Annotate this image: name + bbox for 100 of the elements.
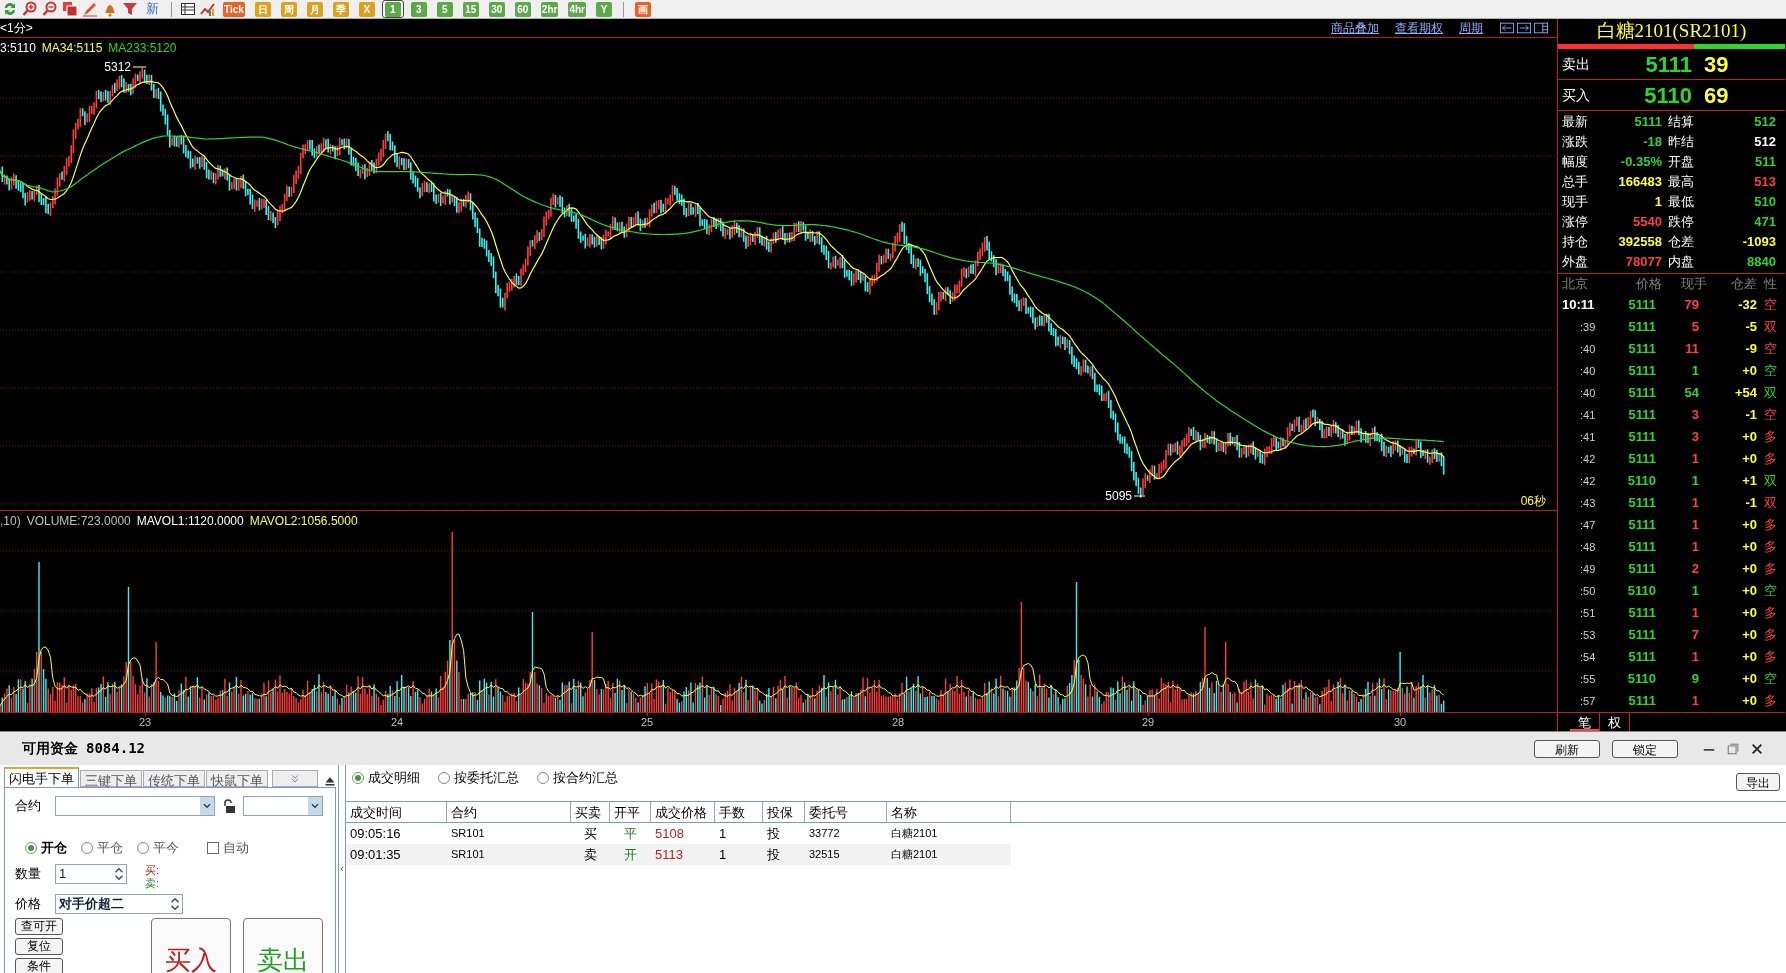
quote-price: 5111	[1644, 50, 1692, 79]
tick-open-interest-change: +0	[1741, 450, 1757, 468]
tick-type: 多	[1763, 450, 1777, 468]
column-header: 仓差	[1730, 275, 1757, 293]
stat-value: -0.35%	[1619, 153, 1662, 171]
order-button[interactable]: 条件	[15, 957, 63, 973]
tick-time: :49	[1579, 562, 1597, 577]
refresh-icon[interactable]	[2, 1, 18, 17]
tick-volume: 1	[1690, 494, 1700, 512]
line-chart-icon[interactable]	[200, 1, 216, 17]
tick-open-interest-change: -1	[1744, 406, 1757, 424]
panel-toggle-icon[interactable]	[1533, 21, 1549, 35]
tick-open-interest-change: +0	[1741, 648, 1757, 666]
panel-tab[interactable]: 笔	[1570, 713, 1599, 731]
tick-volume: 7	[1690, 626, 1700, 644]
offset-radio[interactable]: 平今	[137, 838, 179, 858]
pencil-icon[interactable]	[82, 1, 98, 17]
order-tab[interactable]: 快鼠下单	[206, 770, 268, 787]
tick-price: 5111	[1627, 362, 1657, 380]
table-cell-text: 32515	[808, 847, 841, 862]
table-icon[interactable]	[180, 1, 196, 17]
stat-label: 开盘	[1667, 153, 1695, 171]
view-radio[interactable]: 成交明细	[352, 768, 420, 788]
unlocked-padlock-icon[interactable]	[221, 798, 237, 814]
export-button[interactable]: 导出	[1736, 773, 1780, 791]
volume-legend-value: MAVOL1:1120.0000	[136, 513, 244, 530]
stat-value: 5111	[1633, 113, 1662, 131]
tick-time: :40	[1579, 364, 1597, 379]
order-tab[interactable]: 三键下单	[80, 770, 142, 787]
splitter-handle[interactable]	[338, 765, 346, 973]
tick-price: 5111	[1627, 296, 1657, 314]
tick-type: 多	[1763, 648, 1777, 666]
tick-price: 5111	[1627, 604, 1657, 622]
order-tab[interactable]: 传统下单	[143, 770, 205, 787]
tick-volume: 11	[1684, 340, 1700, 358]
date-label: 25	[641, 715, 654, 730]
zoom-in-icon[interactable]	[22, 1, 38, 17]
stat-value: 511	[1754, 153, 1776, 171]
date-label: 30	[1394, 715, 1407, 730]
order-button[interactable]: 查可开	[15, 917, 63, 935]
column-header: 开平	[610, 802, 651, 822]
chevron-left-icon[interactable]	[339, 864, 345, 874]
table-cell-text: 投	[766, 846, 781, 864]
buy-button[interactable]: 买入	[151, 917, 231, 973]
quantity-field[interactable]: 1	[55, 863, 127, 884]
table-cell-text: 买	[583, 825, 598, 843]
date-label: 24	[391, 715, 404, 730]
collapse-icon[interactable]	[324, 775, 336, 787]
stat-label: 持仓	[1562, 233, 1589, 251]
tick-price: 5111	[1627, 494, 1657, 512]
tick-type: 多	[1763, 692, 1777, 710]
zoom-out-icon[interactable]	[42, 1, 58, 17]
spinner-arrows-icon[interactable]	[112, 865, 126, 882]
order-button[interactable]: 复位	[15, 937, 63, 955]
tick-time: :40	[1579, 386, 1597, 401]
quote-label: 卖出	[1562, 54, 1591, 74]
scroll-right-icon[interactable]	[1516, 21, 1532, 35]
offset-radio[interactable]: 平仓	[81, 838, 123, 858]
tick-open-interest-change: +0	[1741, 582, 1757, 600]
view-radio[interactable]: 按合约汇总	[537, 768, 618, 788]
quote-volume: 39	[1704, 50, 1729, 79]
high-price-label: 5312	[104, 60, 131, 74]
tick-volume: 2	[1690, 560, 1700, 578]
tick-open-interest-change: +0	[1741, 626, 1757, 644]
leader-line	[132, 66, 147, 68]
filter-icon[interactable]	[122, 1, 138, 17]
double-chevron-icon[interactable]	[289, 772, 301, 785]
view-radio[interactable]: 按委托汇总	[438, 768, 519, 788]
countdown-label: 06秒	[1520, 494, 1546, 508]
offset-radio[interactable]: 开仓	[25, 838, 67, 858]
tick-type: 双	[1763, 494, 1777, 512]
column-header: 性	[1763, 275, 1777, 293]
new-button[interactable]: 新	[142, 0, 163, 18]
stat-label: 仓差	[1667, 233, 1695, 251]
toolbar-button[interactable]: 刷新	[1534, 739, 1600, 758]
header-link[interactable]: 商品叠加	[1331, 19, 1379, 37]
windows-icon[interactable]	[62, 1, 78, 17]
tick-price: 5110	[1626, 472, 1657, 490]
header-link[interactable]: 周期	[1459, 19, 1483, 37]
date-label: 28	[892, 715, 905, 730]
auto-checkbox[interactable]: 自动	[207, 838, 249, 858]
close-icon[interactable]	[1750, 741, 1764, 756]
stat-label: 幅度	[1562, 153, 1589, 171]
tick-type: 多	[1763, 560, 1777, 578]
tick-volume: 1	[1690, 472, 1700, 490]
stat-value: -1093	[1741, 233, 1776, 251]
sell-hint: 卖:	[145, 876, 160, 890]
tick-price: 5111	[1627, 516, 1657, 534]
order-tab[interactable]: 闪电手下单	[4, 767, 79, 787]
stat-value: 392558	[1617, 233, 1662, 251]
scroll-left-icon[interactable]	[1499, 21, 1515, 35]
header-link[interactable]: 查看期权	[1395, 19, 1443, 37]
tick-type: 空	[1763, 582, 1777, 600]
price-mode-field[interactable]: 对手价超二	[55, 893, 183, 914]
stat-label: 最低	[1667, 193, 1695, 211]
toolbar-button[interactable]: 锁定	[1612, 739, 1678, 758]
spinner-arrows-icon[interactable]	[168, 895, 182, 912]
tick-open-interest-change: +0	[1741, 560, 1757, 578]
column-header: 成交时间	[346, 802, 447, 822]
tick-time: :43	[1579, 496, 1597, 511]
